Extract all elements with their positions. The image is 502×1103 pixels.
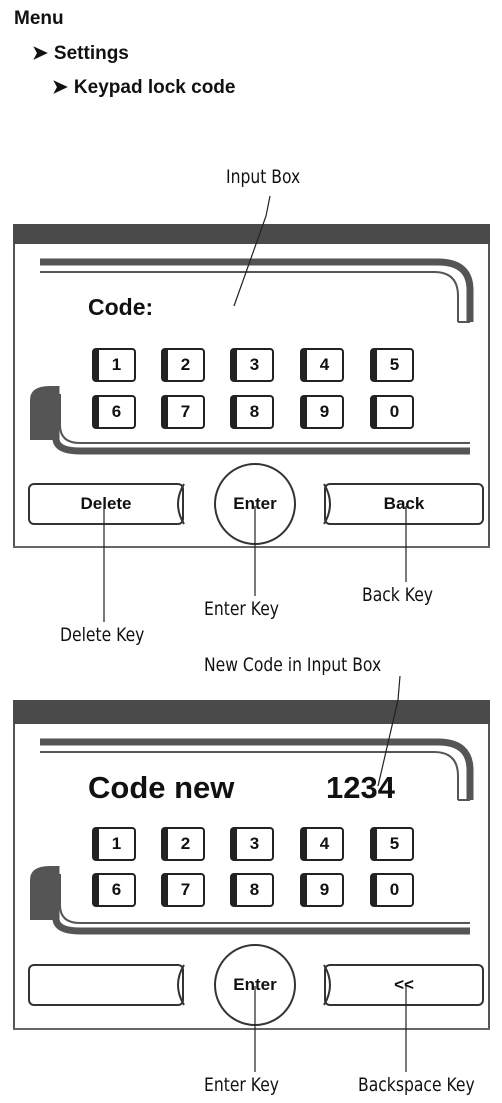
screen2-upper-frame (40, 738, 474, 801)
screen2-lower-frame (30, 866, 470, 935)
callout-leader-lines (103, 195, 407, 1072)
screen2-button-arcs (177, 964, 331, 1006)
diagram-overlay (30, 195, 474, 1072)
screen1-lower-frame (30, 386, 470, 455)
screen1-button-arcs (177, 483, 331, 525)
screen1-upper-frame (40, 258, 474, 323)
